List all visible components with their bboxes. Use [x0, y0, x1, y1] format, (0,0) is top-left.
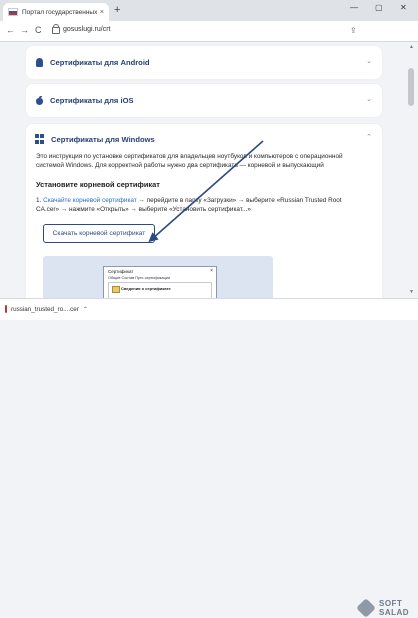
download-item[interactable]: russian_trusted_ro....cer ⌃	[2, 300, 88, 318]
card-windows-title: Сертификаты для Windows	[51, 134, 155, 144]
file-icon	[5, 305, 7, 313]
tab-close-icon[interactable]: ×	[100, 9, 104, 16]
card-ios-title: Сертификаты для iOS	[50, 96, 134, 105]
dialog-close-icon: ×	[210, 268, 213, 274]
certificate-dialog: Сертификат × Общие Состав Путь сертифика…	[103, 266, 217, 300]
russian-flag-icon	[8, 8, 18, 16]
card-android-title: Сертификаты для Android	[50, 58, 150, 67]
scroll-up-icon[interactable]: ▲	[409, 44, 414, 50]
download-root-cert-button[interactable]: Скачать корневой сертификат	[43, 224, 155, 243]
dialog-title: Сертификат	[108, 269, 134, 274]
dialog-tabs: Общие Состав Путь сертификации	[108, 276, 170, 280]
back-button[interactable]: ←	[6, 25, 15, 36]
url-field[interactable]: gosuslugi.ru/crt	[63, 26, 110, 33]
windows-subhead: Установите корневой сертификат	[36, 180, 160, 189]
minimize-button[interactable]: —	[350, 3, 358, 12]
browser-tab-bar: Портал государственных услуг × + — ▢ ✕	[0, 0, 418, 21]
lock-icon[interactable]	[52, 24, 60, 34]
scrollbar-thumb[interactable]	[408, 68, 414, 106]
dialog-info: Сведения о сертификате	[121, 286, 171, 291]
scroll-down-icon[interactable]: ▼	[409, 289, 414, 295]
card-ios[interactable]: Сертификаты для iOS ⌄	[26, 84, 382, 117]
certificate-icon	[112, 286, 120, 293]
new-tab-button[interactable]: +	[114, 4, 120, 16]
watermark: SOFT SALAD	[356, 598, 415, 618]
windows-intro-text: Это инструкция по установке сертификатов…	[36, 153, 343, 169]
watermark-logo-icon	[356, 598, 376, 618]
card-android-header: Сертификаты для Android	[35, 58, 150, 67]
card-ios-header: Сертификаты для iOS	[35, 96, 134, 105]
download-root-cert-link[interactable]: Скачайте корневой сертификат	[43, 197, 137, 204]
android-icon	[35, 58, 44, 67]
reload-button[interactable]: C	[35, 25, 42, 36]
address-bar: ← → C gosuslugi.ru/crt ⇪	[0, 21, 418, 42]
chevron-down-icon[interactable]: ⌄	[366, 95, 372, 103]
card-android[interactable]: Сертификаты для Android ⌄	[26, 46, 382, 79]
browser-tab[interactable]: Портал государственных услуг ×	[3, 3, 109, 21]
windows-icon	[35, 134, 45, 144]
download-bar: russian_trusted_ro....cer ⌃ SOFT SALAD	[0, 298, 418, 618]
watermark-text: SOFT SALAD	[379, 599, 409, 617]
forward-button[interactable]: →	[20, 25, 29, 36]
step-number: 1.	[36, 197, 42, 204]
chevron-up-icon[interactable]: ⌃	[83, 306, 88, 313]
chevron-down-icon[interactable]: ⌄	[366, 57, 372, 65]
certificate-screenshot: Сертификат × Общие Состав Путь сертифика…	[43, 256, 273, 300]
share-icon[interactable]: ⇪	[350, 26, 357, 35]
close-window-button[interactable]: ✕	[400, 3, 407, 12]
chevron-up-icon[interactable]: ⌃	[366, 133, 372, 141]
tab-title: Портал государственных услуг	[22, 8, 97, 16]
maximize-button[interactable]: ▢	[375, 3, 383, 12]
watermark-line2: SALAD	[379, 608, 410, 617]
watermark-line1: SOFT	[379, 599, 403, 608]
card-windows-header[interactable]: Сертификаты для Windows	[35, 134, 155, 144]
apple-icon	[35, 96, 44, 105]
download-file-name: russian_trusted_ro....cer	[11, 305, 79, 313]
install-step: 1. Скачайте корневой сертификат → перейд…	[36, 196, 364, 214]
